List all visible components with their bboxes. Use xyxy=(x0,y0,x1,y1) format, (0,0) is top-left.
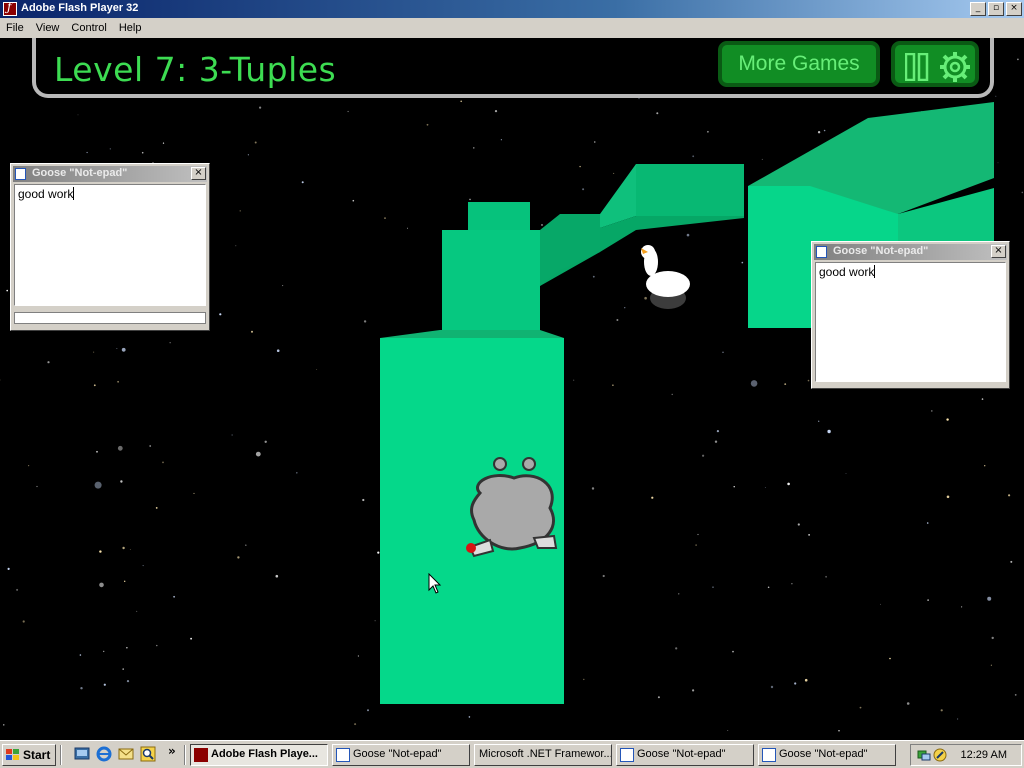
notepad-icon xyxy=(336,748,350,762)
pause-icon[interactable] xyxy=(905,53,929,81)
notepad-window-left[interactable]: Goose "Not-epad" × good work xyxy=(10,163,210,331)
task-label: Goose "Not-epad" xyxy=(779,748,868,760)
task-label: Goose "Not-epad" xyxy=(353,748,442,760)
mouse-pointer-icon xyxy=(428,573,442,594)
notepad-text-area[interactable]: good work xyxy=(815,262,1006,382)
creature-antenna-left-tip xyxy=(493,457,507,471)
notepad-icon xyxy=(816,246,827,258)
more-games-button[interactable]: More Games xyxy=(718,41,880,87)
minimize-button[interactable]: _ xyxy=(970,2,986,16)
creature-red-dot xyxy=(466,543,476,553)
game-controls xyxy=(891,41,979,87)
level-blocks xyxy=(380,102,994,704)
menu-file[interactable]: File xyxy=(0,22,30,34)
notepad-text: good work xyxy=(18,187,74,201)
security-tray-icon[interactable] xyxy=(933,748,947,762)
notepad-status-bar xyxy=(14,312,206,324)
taskbar-separator xyxy=(60,745,62,765)
platform-top xyxy=(380,330,564,338)
notepad-title: Goose "Not-epad" xyxy=(32,167,128,179)
taskbar-separator xyxy=(184,745,186,765)
task-label: Microsoft .NET Framewor... xyxy=(479,748,612,760)
tower-cap xyxy=(468,202,530,230)
level-title: Level 7: 3-Tuples xyxy=(54,50,337,89)
creature-antenna-right-tip xyxy=(522,457,536,471)
start-label: Start xyxy=(23,748,51,762)
outlook-express-icon[interactable] xyxy=(118,746,134,762)
notepad-window-right[interactable]: Goose "Not-epad" × good work xyxy=(811,241,1010,389)
notepad-title-bar[interactable]: Goose "Not-epad" × xyxy=(814,244,1007,260)
text-caret xyxy=(73,187,75,200)
window-title-bar[interactable]: Adobe Flash Player 32 _ ▫ × xyxy=(0,0,1024,18)
menu-control[interactable]: Control xyxy=(65,22,112,34)
task-notepad-1[interactable]: Goose "Not-epad" xyxy=(332,744,470,766)
task-label: Adobe Flash Playe... xyxy=(211,748,318,760)
notepad-text-area[interactable]: good work xyxy=(14,184,206,306)
notepad-title: Goose "Not-epad" xyxy=(833,245,929,257)
notepad-close-button[interactable]: × xyxy=(991,245,1006,258)
system-tray: 12:29 AM xyxy=(910,744,1022,766)
tower-body xyxy=(442,230,540,330)
notepad-text: good work xyxy=(819,265,875,279)
quicklaunch-overflow-icon[interactable]: » xyxy=(168,744,176,758)
menu-bar: File View Control Help xyxy=(0,18,1024,38)
maximize-button[interactable]: ▫ xyxy=(988,2,1004,16)
search-icon[interactable] xyxy=(140,746,156,762)
menu-view[interactable]: View xyxy=(30,22,66,34)
task-dotnet-framework[interactable]: Microsoft .NET Framewor... xyxy=(474,744,612,766)
gear-icon[interactable] xyxy=(939,51,971,83)
internet-explorer-icon[interactable] xyxy=(96,746,112,762)
start-button[interactable]: Start xyxy=(2,744,56,766)
notepad-title-bar[interactable]: Goose "Not-epad" × xyxy=(13,166,207,182)
task-label: Goose "Not-epad" xyxy=(637,748,726,760)
taskbar: Start » Adobe Flash Playe... Goose "Not-… xyxy=(0,740,1024,768)
walkway-step xyxy=(636,164,744,216)
notepad-icon xyxy=(15,168,26,180)
show-desktop-icon[interactable] xyxy=(74,746,90,762)
flash-player-icon xyxy=(3,0,17,16)
flash-player-icon xyxy=(194,748,208,762)
creature-foot-right xyxy=(532,534,558,549)
tower-side xyxy=(540,214,600,286)
network-tray-icon[interactable] xyxy=(917,748,931,762)
text-caret xyxy=(874,265,876,278)
task-notepad-3[interactable]: Goose "Not-epad" xyxy=(758,744,896,766)
notepad-icon xyxy=(762,748,776,762)
task-flash-player[interactable]: Adobe Flash Playe... xyxy=(190,744,328,766)
close-button[interactable]: × xyxy=(1006,2,1022,16)
game-canvas[interactable]: Level 7: 3-Tuples More Games xyxy=(0,38,1024,740)
windows-logo-icon xyxy=(6,749,19,760)
menu-help[interactable]: Help xyxy=(113,22,148,34)
window-title: Adobe Flash Player 32 xyxy=(21,2,139,14)
notepad-icon xyxy=(620,748,634,762)
taskbar-clock[interactable]: 12:29 AM xyxy=(961,749,1007,761)
notepad-close-button[interactable]: × xyxy=(191,167,206,180)
task-notepad-2[interactable]: Goose "Not-epad" xyxy=(616,744,754,766)
